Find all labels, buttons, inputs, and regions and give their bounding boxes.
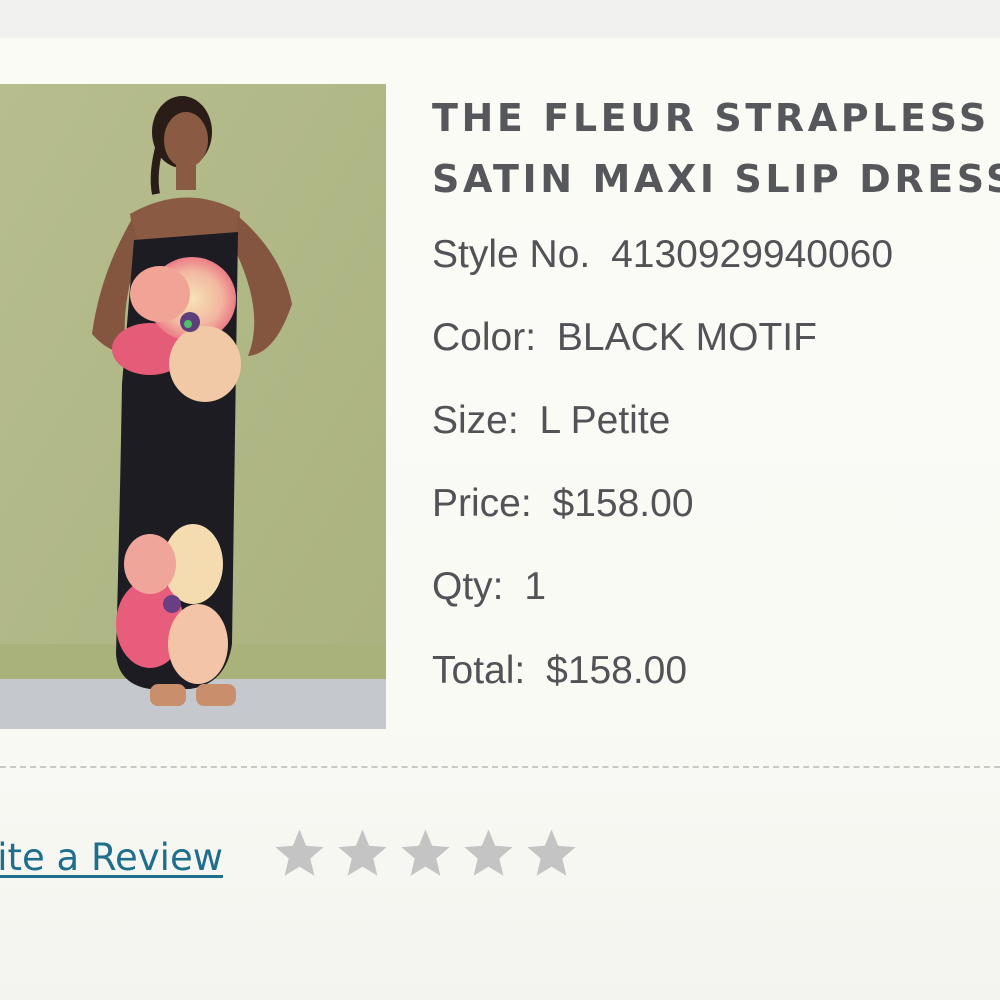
section-divider (0, 766, 1000, 768)
price-label: Price: (432, 482, 532, 525)
color-row: Color: BLACK MOTIF (432, 316, 817, 360)
price-row: Price: $158.00 (432, 482, 694, 526)
price-value: $158.00 (552, 482, 694, 525)
style-number-row: Style No. 4130929940060 (432, 233, 893, 277)
order-item-page: THE FLEUR STRAPLESS SATIN MAXI SLIP DRES… (0, 0, 1000, 1000)
top-bar (0, 0, 1000, 38)
total-row: Total: $158.00 (432, 649, 687, 693)
product-image[interactable] (0, 84, 386, 729)
total-value: $158.00 (546, 649, 688, 692)
qty-value: 1 (524, 565, 547, 608)
color-label: Color: (432, 316, 537, 359)
qty-label: Qty: (432, 565, 504, 608)
qty-row: Qty: 1 (432, 565, 546, 609)
product-title: THE FLEUR STRAPLESS SATIN MAXI SLIP DRES… (432, 88, 1000, 210)
style-number-label: Style No. (432, 233, 591, 276)
star-icon[interactable] (524, 826, 579, 881)
star-rating[interactable] (272, 826, 579, 881)
product-title-line-1: THE FLEUR STRAPLESS (432, 96, 990, 140)
size-row: Size: L Petite (432, 399, 670, 443)
product-details: THE FLEUR STRAPLESS SATIN MAXI SLIP DRES… (432, 88, 1000, 692)
color-value: BLACK MOTIF (556, 316, 817, 359)
total-label: Total: (432, 649, 526, 692)
star-icon[interactable] (398, 826, 453, 881)
style-number-value: 4130929940060 (611, 233, 894, 276)
product-photo-illustration (0, 84, 386, 729)
write-review-link[interactable]: rite a Review (0, 836, 223, 879)
star-icon[interactable] (461, 826, 516, 881)
star-icon[interactable] (272, 826, 327, 881)
size-label: Size: (432, 399, 519, 442)
size-value: L Petite (539, 399, 671, 442)
product-title-line-2: SATIN MAXI SLIP DRESS (432, 157, 1000, 201)
star-icon[interactable] (335, 826, 390, 881)
